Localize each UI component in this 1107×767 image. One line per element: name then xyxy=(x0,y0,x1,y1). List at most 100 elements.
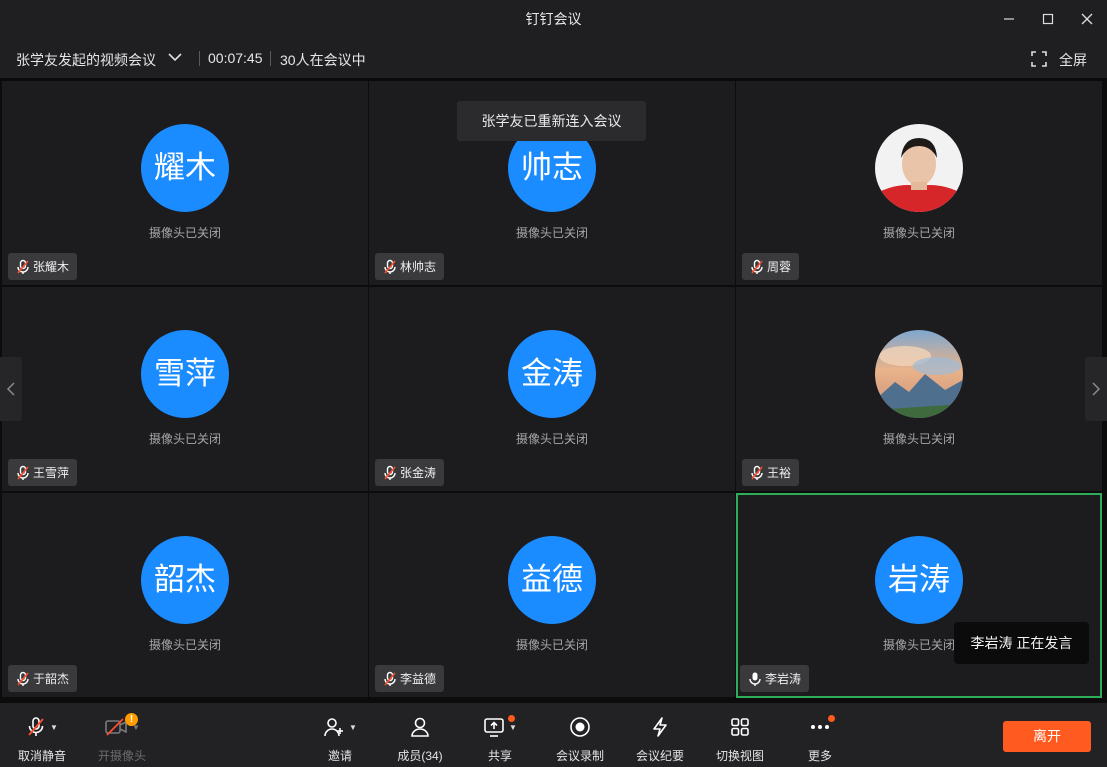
screen-share-icon xyxy=(484,718,504,737)
camera-off-status: 摄像头已关闭 xyxy=(148,638,221,652)
chevron-down-icon[interactable] xyxy=(166,48,184,66)
participant-count: 30人在会议中 xyxy=(280,52,366,68)
participant-tile[interactable]: 摄像头已关闭 王裕 xyxy=(736,287,1102,491)
invite-button[interactable]: ▼ 邀请 xyxy=(300,713,380,765)
camera-off-status: 摄像头已关闭 xyxy=(515,638,588,652)
mic-muted-icon xyxy=(28,717,44,736)
share-label: 共享 xyxy=(487,749,512,763)
fullscreen-button[interactable]: 全屏 xyxy=(1059,50,1087,70)
participant-name: 于韶杰 xyxy=(33,672,70,686)
record-label: 会议录制 xyxy=(555,749,604,763)
meeting-duration: 00:07:45 xyxy=(208,50,263,66)
start-camera-button[interactable]: ▼ ! 开摄像头 xyxy=(82,713,162,765)
participant-tile[interactable]: 摄像头已关闭 周蓉 xyxy=(736,81,1102,285)
participant-tile[interactable]: 益德 摄像头已关闭 李益德 xyxy=(369,493,735,697)
name-tag: 李益德 xyxy=(375,665,445,692)
name-tag: 李岩涛 xyxy=(740,665,810,692)
mic-icon xyxy=(749,672,761,686)
notification-dot xyxy=(828,715,835,722)
mic-muted-icon xyxy=(751,259,763,274)
name-tag: 于韶杰 xyxy=(8,665,78,692)
avatar: 雪萍 xyxy=(141,330,229,418)
meeting-minutes-label: 会议纪要 xyxy=(635,749,684,763)
camera-off-status: 摄像头已关闭 xyxy=(882,226,955,240)
dropdown-arrow-icon[interactable]: ▼ xyxy=(509,723,517,732)
record-icon xyxy=(570,717,590,737)
meeting-name[interactable]: 张学友发起的视频会议 xyxy=(16,50,156,70)
title-bar: 钉钉会议 xyxy=(0,0,1107,38)
participant-name: 王雪萍 xyxy=(33,466,70,480)
video-grid: 耀木 摄像头已关闭 张耀木 帅志 摄像头已关闭 林帅志 摄像头已关闭 周蓉 雪萍… xyxy=(0,81,1107,699)
participant-name: 李岩涛 xyxy=(765,672,802,686)
avatar: 耀木 xyxy=(141,124,229,212)
unmute-button[interactable]: ▼ 取消静音 xyxy=(2,713,82,765)
warning-badge-icon: ! xyxy=(125,713,138,726)
participant-tile[interactable]: 韶杰 摄像头已关闭 于韶杰 xyxy=(2,493,368,697)
mic-muted-icon xyxy=(751,465,763,480)
invite-label: 邀请 xyxy=(327,749,352,763)
more-label: 更多 xyxy=(807,749,832,763)
name-tag: 王雪萍 xyxy=(8,459,78,486)
avatar: 岩涛 xyxy=(875,536,963,624)
dropdown-arrow-icon[interactable]: ▼ xyxy=(349,723,357,732)
participant-tile[interactable]: 雪萍 摄像头已关闭 王雪萍 xyxy=(2,287,368,491)
mic-muted-icon xyxy=(384,465,396,480)
avatar-photo xyxy=(875,124,963,212)
leave-button[interactable]: 离开 xyxy=(1003,721,1091,752)
more-button[interactable]: 更多 xyxy=(780,713,860,765)
meeting-minutes-button[interactable]: 会议纪要 xyxy=(620,713,700,765)
minimize-icon[interactable] xyxy=(999,9,1019,29)
participant-tile-speaking[interactable]: 岩涛 摄像头已关闭 李岩涛 xyxy=(736,493,1102,698)
participant-name: 张耀木 xyxy=(33,260,70,274)
name-tag: 张耀木 xyxy=(8,253,78,280)
reconnect-toast: 张学友已重新连入会议 xyxy=(457,101,646,141)
mic-muted-icon xyxy=(17,465,29,480)
switch-view-label: 切换视图 xyxy=(715,749,764,763)
speaking-indicator: 李岩涛 正在发言 xyxy=(954,622,1089,664)
next-page-button[interactable] xyxy=(1085,357,1107,421)
camera-off-status: 摄像头已关闭 xyxy=(148,432,221,446)
name-tag: 周蓉 xyxy=(742,253,800,280)
notification-dot xyxy=(508,715,515,722)
chevron-left-icon xyxy=(6,382,15,396)
mic-muted-icon xyxy=(384,671,396,686)
divider xyxy=(199,51,200,66)
avatar: 益德 xyxy=(508,536,596,624)
fullscreen-icon[interactable] xyxy=(1031,51,1047,67)
dropdown-arrow-icon[interactable]: ▼ xyxy=(50,723,58,732)
camera-off-status: 摄像头已关闭 xyxy=(515,226,588,240)
unmute-label: 取消静音 xyxy=(17,749,66,763)
participant-name: 张金涛 xyxy=(400,466,437,480)
switch-view-button[interactable]: 切换视图 xyxy=(700,713,780,765)
camera-off-status: 摄像头已关闭 xyxy=(882,432,955,446)
participant-name: 王裕 xyxy=(767,466,792,480)
name-tag: 林帅志 xyxy=(375,253,445,280)
members-icon xyxy=(411,717,429,737)
divider xyxy=(270,51,271,66)
previous-page-button[interactable] xyxy=(0,357,22,421)
grid-view-icon xyxy=(731,718,749,736)
members-button[interactable]: 成员(34) xyxy=(380,713,460,765)
maximize-icon[interactable] xyxy=(1038,9,1058,29)
name-tag: 王裕 xyxy=(742,459,800,486)
participant-name: 李益德 xyxy=(400,672,437,686)
bottom-toolbar: ▼ 取消静音 ▼ ! 开摄像头 ▼ 邀请 成员(34) ▼ 共享 会议录制 会议… xyxy=(0,699,1107,767)
participant-tile[interactable]: 耀木 摄像头已关闭 张耀木 xyxy=(2,81,368,285)
mic-muted-icon xyxy=(17,259,29,274)
lightning-icon xyxy=(653,717,667,737)
mic-muted-icon xyxy=(384,259,396,274)
camera-off-status: 摄像头已关闭 xyxy=(148,226,221,240)
participant-name: 周蓉 xyxy=(767,260,792,274)
avatar: 金涛 xyxy=(508,330,596,418)
meeting-info-bar: 张学友发起的视频会议 00:07:45 30人在会议中 全屏 xyxy=(0,38,1107,78)
share-button[interactable]: ▼ 共享 xyxy=(460,713,540,765)
window-title: 钉钉会议 xyxy=(525,11,582,27)
chevron-right-icon xyxy=(1092,382,1101,396)
record-button[interactable]: 会议录制 xyxy=(540,713,620,765)
avatar: 韶杰 xyxy=(141,536,229,624)
start-camera-label: 开摄像头 xyxy=(97,749,146,763)
close-icon[interactable] xyxy=(1077,9,1097,29)
add-user-icon xyxy=(324,718,344,737)
members-label: 成员(34) xyxy=(397,749,443,763)
participant-tile[interactable]: 金涛 摄像头已关闭 张金涛 xyxy=(369,287,735,491)
